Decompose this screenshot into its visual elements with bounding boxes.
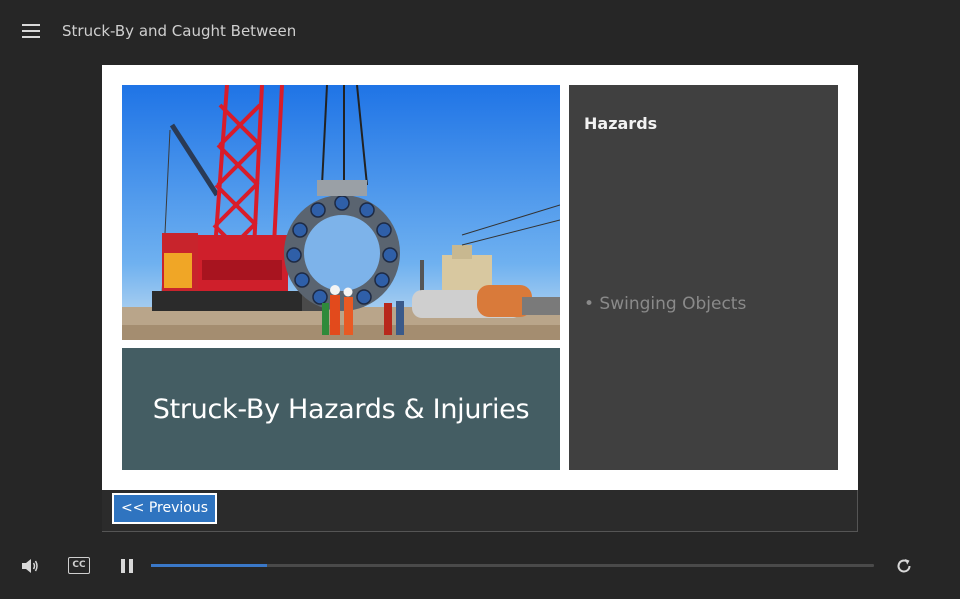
- hamburger-menu-icon[interactable]: [22, 24, 44, 42]
- progress-bar[interactable]: [151, 564, 874, 567]
- previous-button[interactable]: << Previous: [112, 493, 217, 524]
- top-bar: Struck-By and Caught Between: [0, 0, 960, 64]
- course-title: Struck-By and Caught Between: [62, 22, 297, 40]
- hazards-heading: Hazards: [584, 114, 658, 133]
- progress-fill: [151, 564, 267, 567]
- hazard-list-item: • Swinging Objects: [584, 294, 747, 314]
- slide-title: Struck-By Hazards & Injuries: [152, 394, 530, 425]
- volume-icon[interactable]: [20, 557, 40, 575]
- slide-content: Struck-By Hazards & Injuries Hazards • S…: [102, 65, 858, 490]
- closed-captions-button[interactable]: CC: [68, 557, 90, 574]
- pause-icon[interactable]: [121, 559, 134, 573]
- slide-navigation-bar: << Previous: [102, 490, 858, 532]
- crane-construction-site-photo: [122, 85, 560, 340]
- hazards-panel: Hazards • Swinging Objects: [569, 85, 838, 470]
- player-controls: CC: [0, 540, 960, 599]
- slide-title-box: Struck-By Hazards & Injuries: [122, 348, 560, 470]
- replay-icon[interactable]: [895, 557, 913, 575]
